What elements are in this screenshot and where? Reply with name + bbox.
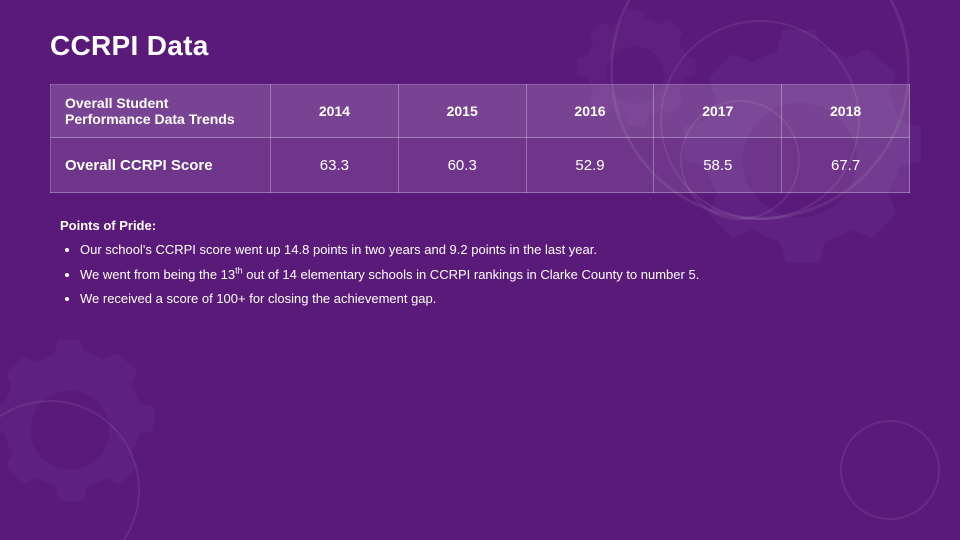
point-2-text-pre: We went from being the 13th out of 14 el… [80, 267, 699, 282]
row-label: Overall CCRPI Score [51, 138, 271, 193]
list-item: We received a score of 100+ for closing … [80, 288, 910, 310]
gear-icon-bottom-left [0, 340, 160, 520]
list-item: We went from being the 13th out of 14 el… [80, 263, 910, 285]
score-2015: 60.3 [398, 138, 526, 193]
table-row: Overall CCRPI Score 63.3 60.3 52.9 58.5 … [51, 138, 910, 193]
sup-th: th [235, 265, 243, 275]
score-2014: 63.3 [271, 138, 399, 193]
table-header-label: Overall Student Performance Data Trends [51, 85, 271, 138]
table-header-2015: 2015 [398, 85, 526, 138]
points-title: Points of Pride: [60, 215, 910, 237]
list-item: Our school's CCRPI score went up 14.8 po… [80, 239, 910, 261]
table-header-2014: 2014 [271, 85, 399, 138]
table-header-2016: 2016 [526, 85, 654, 138]
main-content: CCRPI Data Overall Student Performance D… [0, 0, 960, 332]
table-header-row: Overall Student Performance Data Trends … [51, 85, 910, 138]
page-title: CCRPI Data [50, 30, 910, 62]
performance-table: Overall Student Performance Data Trends … [50, 84, 910, 193]
table-header-2018: 2018 [782, 85, 910, 138]
point-1-text: Our school's CCRPI score went up 14.8 po… [80, 242, 597, 257]
table-header-2017: 2017 [654, 85, 782, 138]
score-2018: 67.7 [782, 138, 910, 193]
score-2016: 52.9 [526, 138, 654, 193]
points-list: Our school's CCRPI score went up 14.8 po… [60, 239, 910, 310]
bg-circle-4 [0, 400, 140, 540]
score-2017: 58.5 [654, 138, 782, 193]
point-3-text: We received a score of 100+ for closing … [80, 291, 436, 306]
points-of-pride-section: Points of Pride: Our school's CCRPI scor… [50, 215, 910, 310]
bg-circle-5 [840, 420, 940, 520]
